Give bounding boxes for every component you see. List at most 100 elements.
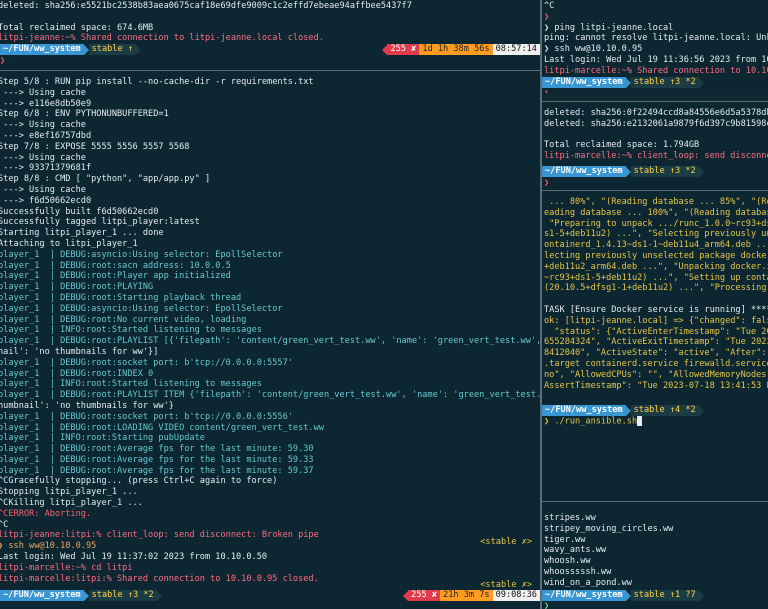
terminal-line: "Preparing to unpack .../runc_1.0.0~rc93… xyxy=(544,218,768,229)
terminal-line: Attaching to litpi_player_1 xyxy=(0,238,138,249)
terminal-line: ❯ xyxy=(544,11,550,22)
terminal-line: Total reclaimed space: 1.794GB xyxy=(544,140,700,151)
prompt-git-branch: stable ↑ xyxy=(88,44,137,55)
prompt-clock: 08:57:14 xyxy=(492,44,540,55)
prompt-bar: ~/FUN/ww_system stable ↑1 ?7 xyxy=(542,590,704,601)
prompt-bar: ~/FUN/ww_system stable ↑3 *2 xyxy=(542,77,704,88)
prompt-separator-icon xyxy=(156,590,162,601)
file-list-item: tiger.ww xyxy=(544,534,586,545)
prompt-exit-status: 255 ✘ xyxy=(387,44,420,55)
terminal-line: 655284324", "ActiveExitTimestamp": "Tue … xyxy=(544,337,768,348)
terminal-line: Successfully built f6d50662ecd0 xyxy=(0,206,159,217)
terminal-line: player_1 | DEBUG:asyncio:Using selector:… xyxy=(0,303,283,314)
terminal-line: Step 8/8 : CMD [ "python", "app/app.py" … xyxy=(0,174,211,185)
terminal-line: Total reclaimed space: 674.6MB xyxy=(0,22,154,33)
prompt-git-branch: stable ↑3 *2 xyxy=(630,166,699,177)
terminal-line: Step 7/8 : EXPOSE 5555 5556 5557 5568 xyxy=(0,141,190,152)
terminal-line: player_1 | DEBUG:root:Average fps for th… xyxy=(0,454,314,465)
prompt-separator-icon xyxy=(698,77,704,88)
command-line[interactable]: ❯ ./run_ansible.sh xyxy=(544,416,643,427)
prompt-separator-icon xyxy=(698,405,704,416)
prompt-git-branch: stable ↑1 ?7 xyxy=(630,590,699,601)
terminal-line: player_1 | DEBUG:root:Average fps for th… xyxy=(0,465,314,476)
terminal-line: player_1 | INFO:root:Started listening t… xyxy=(0,325,262,336)
terminal-line: litpi-jeanne:litpi:% client_loop: send d… xyxy=(0,530,319,541)
file-list-item: whoosh.ww xyxy=(544,556,591,567)
terminal-line: ---> Using cache xyxy=(0,184,86,195)
terminal-line: ^CGracefully stopping... (press Ctrl+C a… xyxy=(0,476,278,487)
file-list-item: stripes.ww xyxy=(544,513,596,523)
prompt-git-branch: stable ↑4 *2 xyxy=(630,405,699,416)
terminal-line: ... 80%", "(Reading database ... 85%", "… xyxy=(544,197,768,207)
terminal-line: ---> Using cache xyxy=(0,120,86,131)
terminal-line: ---> e116e8db50e9 xyxy=(0,98,92,109)
prompt-bar: ~/FUN/ww_system stable ↑3 *2 xyxy=(542,166,704,177)
file-list-item: whoosssssh.ww xyxy=(544,566,612,577)
prompt-bar: ~/FUN/ww_system stable ↑ 255 ✘ 1d 1h 38m… xyxy=(0,44,540,55)
terminal-line: player_1 | DEBUG:root:LOADING VIDEO cont… xyxy=(0,422,324,433)
terminal-pane-right-1[interactable]: ^C ❯ ❯ ping litpi-jeanne.local ping: can… xyxy=(542,0,768,93)
terminal-pane-left-main[interactable]: Step 5/8 : RUN pip install --no-cache-di… xyxy=(0,71,540,609)
terminal-line: deleted: sha256:e2132061a9879f6d397c9b81… xyxy=(544,118,768,129)
terminal-pane-left-top[interactable]: deleted: sha256:e5521bc2538b83aea0675caf… xyxy=(0,0,540,70)
prompt-bar: ~/FUN/ww_system stable ↑3 *2 255 ✘ 21h 3… xyxy=(0,590,540,601)
terminal-line: player_1 | DEBUG:root:sacn address: 10.0… xyxy=(0,260,231,271)
terminal-line: ---> f6d50662ecd0 xyxy=(0,195,92,206)
terminal-line: ❯ ssh ww@10.10.0.95 xyxy=(0,541,97,552)
terminal-line: ok: [litpi-jeanne.local] => {"changed": … xyxy=(544,315,768,326)
terminal-line: ❯ ping litpi-jeanne.local xyxy=(544,22,674,33)
terminal-line: litpi-marcelle:~% cd litpi xyxy=(0,562,133,573)
prompt-caret-icon: ❯ xyxy=(0,56,6,66)
prompt-path: ~/FUN/ww_system xyxy=(542,166,626,177)
terminal-pane-right-3[interactable]: ... 80%", "(Reading database ... 85%", "… xyxy=(542,191,768,501)
terminal-line: ping: cannot resolve litpi-jeanne.local:… xyxy=(544,33,768,44)
terminal-line: ^CKilling litpi_player_1 ... xyxy=(0,498,143,509)
prompt-path: ~/FUN/ww_system xyxy=(542,590,626,601)
prompt-exit-status: 255 ✘ xyxy=(408,590,441,601)
prompt-bar: ~/FUN/ww_system stable ↑4 *2 xyxy=(542,405,704,416)
terminal-line: ---> 93371379681f xyxy=(0,163,92,174)
prompt-path: ~/FUN/ww_system xyxy=(0,44,84,55)
terminal-line: Successfully tagged litpi_player:latest xyxy=(0,217,200,228)
terminal-line: Step 5/8 : RUN pip install --no-cache-di… xyxy=(0,77,314,87)
prompt-duration: 21h 3m 7s xyxy=(440,590,493,601)
terminal-line: +deb11u2_arm64.deb ...", "Unpacking dock… xyxy=(544,261,768,272)
prompt-clock: 09:08:36 xyxy=(492,590,540,601)
terminal-line: Step 6/8 : ENV PYTHONUNBUFFERED=1 xyxy=(0,109,169,120)
prompt-path: ~/FUN/ww_system xyxy=(542,77,626,88)
terminal-line: player_1 | DEBUG:root:INDEX 0 xyxy=(0,368,154,379)
terminal-line: player_1 | DEBUG:root:PLAYING xyxy=(0,282,154,293)
terminal-line: player_1 | DEBUG:asyncio:Using selector:… xyxy=(0,249,283,260)
terminal-line: Last login: Wed Jul 19 11:37:02 2023 fro… xyxy=(0,552,268,563)
terminal-pane-right-4[interactable]: stripes.ww stripey_moving_circles.ww tig… xyxy=(542,502,768,609)
prompt-separator-icon xyxy=(136,44,142,55)
file-list-item: stripey_moving_circles.ww xyxy=(544,523,674,534)
terminal-line: nail': 'no thumbnails for ww'}] xyxy=(0,346,159,357)
terminal-line: s1-5+deb11u2) ...", "Selecting previousl… xyxy=(544,229,768,240)
terminal-line: player_1 | DEBUG:root:socket port: b'tcp… xyxy=(0,357,293,368)
terminal-line: player_1 | DEBUG:root:Average fps for th… xyxy=(0,444,314,455)
terminal-line: AssertTimestamp": "Tue 2023-07-18 13:41:… xyxy=(544,380,768,391)
prompt-caret-icon: ❯ xyxy=(544,89,549,93)
terminal-line: player_1 | DEBUG:root:socket port: b'tcp… xyxy=(0,411,293,422)
terminal-line: ~rc93+ds1-5+deb11u2) ...", "Setting up c… xyxy=(544,272,768,283)
terminal-line: eading database ... 100%", "(Reading dat… xyxy=(544,207,768,218)
prompt-path: ~/FUN/ww_system xyxy=(0,590,84,601)
terminal-line: litpi-marcelle:litpi:% Shared connection… xyxy=(0,573,319,584)
terminal-line: "status": {"ActiveEnterTimestamp": "Tue … xyxy=(544,326,768,337)
prompt-separator-icon xyxy=(698,590,704,601)
terminal-line: player_1 | DEBUG:root:PLAYLIST ITEM {'fi… xyxy=(0,390,540,401)
terminal-line: humbnail': 'no thumbnails for ww'} xyxy=(0,400,174,411)
terminal-line: (20.10.5+dfsg1-1+deb11u2) ...", "Process… xyxy=(544,283,768,294)
prompt-caret-icon: ❯ xyxy=(544,601,550,609)
terminal-line: ^C xyxy=(544,1,555,11)
terminal-line: ❯ ssh ww@10.10.0.95 xyxy=(544,44,643,55)
terminal-line: player_1 | DEBUG:root:PLAYLIST [{'filepa… xyxy=(0,336,540,347)
prompt-git-branch: stable ↑3 *2 xyxy=(88,590,157,601)
terminal-line: player_1 | INFO:root:Starting pubUpdate xyxy=(0,433,205,444)
terminal-line: ---> Using cache xyxy=(0,87,86,98)
terminal-pane-right-2[interactable]: deleted: sha256:0f22494ccd8a84556e6d5a53… xyxy=(542,102,768,190)
terminal-line: player_1 | INFO:root:Started listening t… xyxy=(0,379,262,390)
